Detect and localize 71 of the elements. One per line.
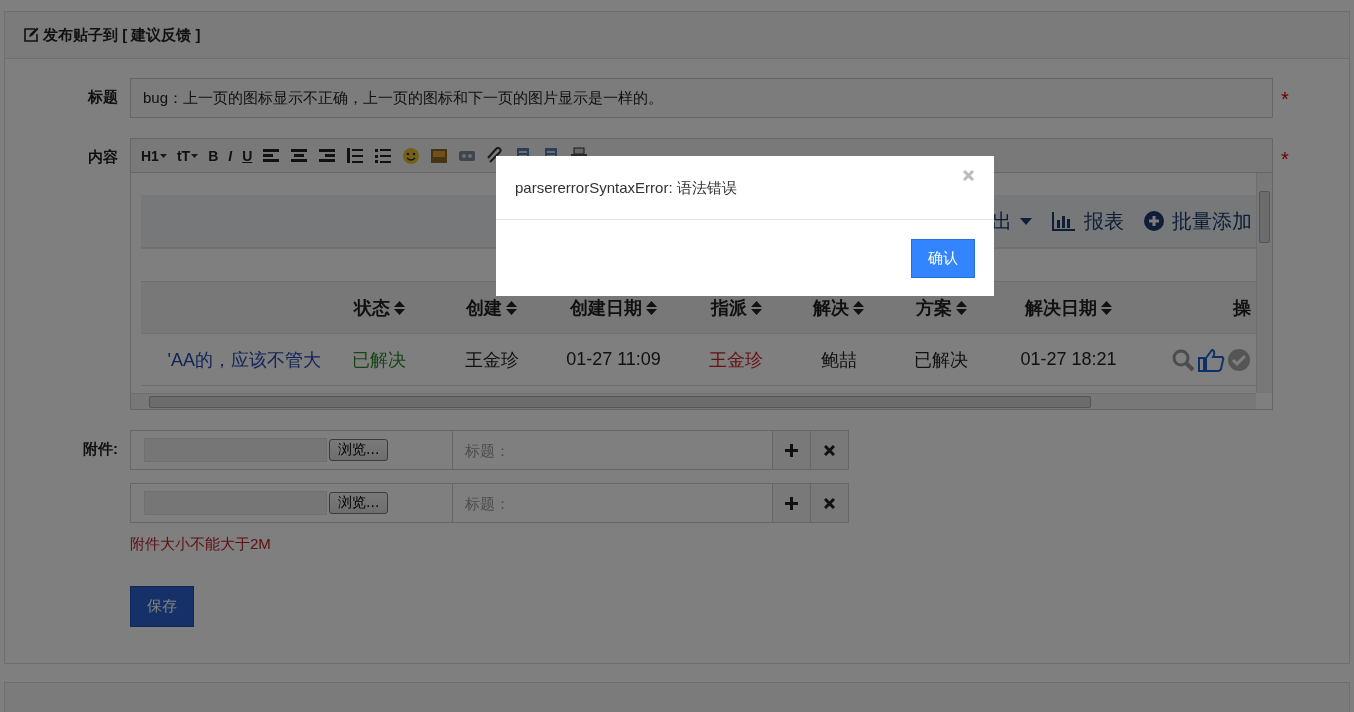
toolbar-button[interactable]: U xyxy=(242,147,253,164)
hint-text: 附件大小不能大于2M xyxy=(130,535,272,554)
browse-button[interactable]: 浏览... xyxy=(329,439,389,461)
column-header[interactable]: 操 xyxy=(1141,282,1256,333)
file-input[interactable]: 浏览... xyxy=(130,483,453,523)
remove-button[interactable] xyxy=(811,430,849,470)
table-cell-text: 鲍喆 xyxy=(819,348,858,372)
align-left-icon[interactable] xyxy=(262,146,281,165)
confirm-button[interactable]: 确认 xyxy=(911,239,975,278)
table-cell-text: 已解决 xyxy=(913,348,969,372)
horizontal-scrollbar[interactable] xyxy=(131,393,1256,409)
toolbar-button[interactable]: tT xyxy=(176,147,199,164)
toolbar-link[interactable]: 报表 xyxy=(1052,207,1124,235)
browse-button[interactable]: 浏览... xyxy=(329,492,389,514)
sort-icon xyxy=(853,300,864,315)
sort-icon xyxy=(1101,300,1112,315)
plus-circle-icon xyxy=(1144,211,1164,231)
sort-icon xyxy=(646,300,657,315)
table-cell-text: 01-27 11:09 xyxy=(565,348,662,371)
check-circle-icon[interactable] xyxy=(1227,347,1251,372)
panel-title: 发布贴子到 [ 建议反馈 ] xyxy=(43,25,201,45)
thumbs-up-icon[interactable] xyxy=(1197,347,1225,372)
toolbar-button[interactable]: I xyxy=(228,147,233,164)
bar-chart-icon xyxy=(1052,211,1076,231)
table-cell-text: 已解决 xyxy=(351,348,407,372)
edit-icon xyxy=(23,27,39,43)
attach-icon[interactable] xyxy=(486,146,505,165)
add-button[interactable] xyxy=(773,430,811,470)
align-right-icon[interactable] xyxy=(318,146,337,165)
dialog-message: parsererrorSyntaxError: 语法错误 xyxy=(515,179,737,198)
remove-button[interactable] xyxy=(811,483,849,523)
required-mark: * xyxy=(1281,88,1289,111)
table-cell-text: 王金珍 xyxy=(708,348,764,372)
plus-icon xyxy=(785,443,798,457)
add-button[interactable] xyxy=(773,483,811,523)
save-button[interactable]: 保存 xyxy=(130,586,194,627)
column-header[interactable]: 解决 xyxy=(791,282,886,333)
title-input[interactable]: bug：上一页的图标显示不正确，上一页的图标和下一页的图片显示是一样的。 xyxy=(130,78,1273,118)
table-cell-text: 01-27 18:21 xyxy=(1019,348,1118,371)
column-header[interactable]: 指派 xyxy=(681,282,791,333)
column-header[interactable]: 方案 xyxy=(886,282,996,333)
caret-icon xyxy=(191,153,199,158)
caret-icon xyxy=(159,153,167,158)
toolbar-link[interactable]: 批量添加 xyxy=(1144,207,1252,235)
sort-icon xyxy=(393,300,405,315)
field-label: 附件: xyxy=(83,440,118,459)
field-label: 标题 xyxy=(88,88,118,107)
table-cell-text: 王金珍 xyxy=(463,348,520,372)
required-mark: * xyxy=(1281,148,1289,171)
field-label: 内容 xyxy=(88,148,118,167)
plus-icon xyxy=(785,496,798,510)
column-header[interactable]: 创建 xyxy=(437,282,546,333)
table-link[interactable]: 'AA的，应该不管大 xyxy=(141,334,321,385)
close-icon xyxy=(824,444,835,456)
caret-icon xyxy=(1020,217,1032,225)
ordered-list-icon[interactable] xyxy=(346,146,365,165)
sort-icon xyxy=(506,300,517,315)
toolbar-button[interactable]: H1 xyxy=(141,147,167,164)
vertical-scrollbar[interactable] xyxy=(1256,173,1272,393)
sort-icon xyxy=(955,300,967,315)
smiley-icon[interactable] xyxy=(402,146,421,165)
sort-icon xyxy=(750,300,762,315)
bullet-list-icon[interactable] xyxy=(374,146,393,165)
toolbar-button[interactable]: B xyxy=(208,147,219,164)
column-header[interactable]: 解决日期 xyxy=(996,282,1141,333)
column-header[interactable]: 状态 xyxy=(321,282,437,333)
close-icon xyxy=(824,497,835,509)
image-icon[interactable] xyxy=(430,146,449,165)
file-input[interactable]: 浏览... xyxy=(130,430,453,470)
column-header[interactable]: 创建日期 xyxy=(546,282,681,333)
align-center-icon[interactable] xyxy=(290,146,309,165)
